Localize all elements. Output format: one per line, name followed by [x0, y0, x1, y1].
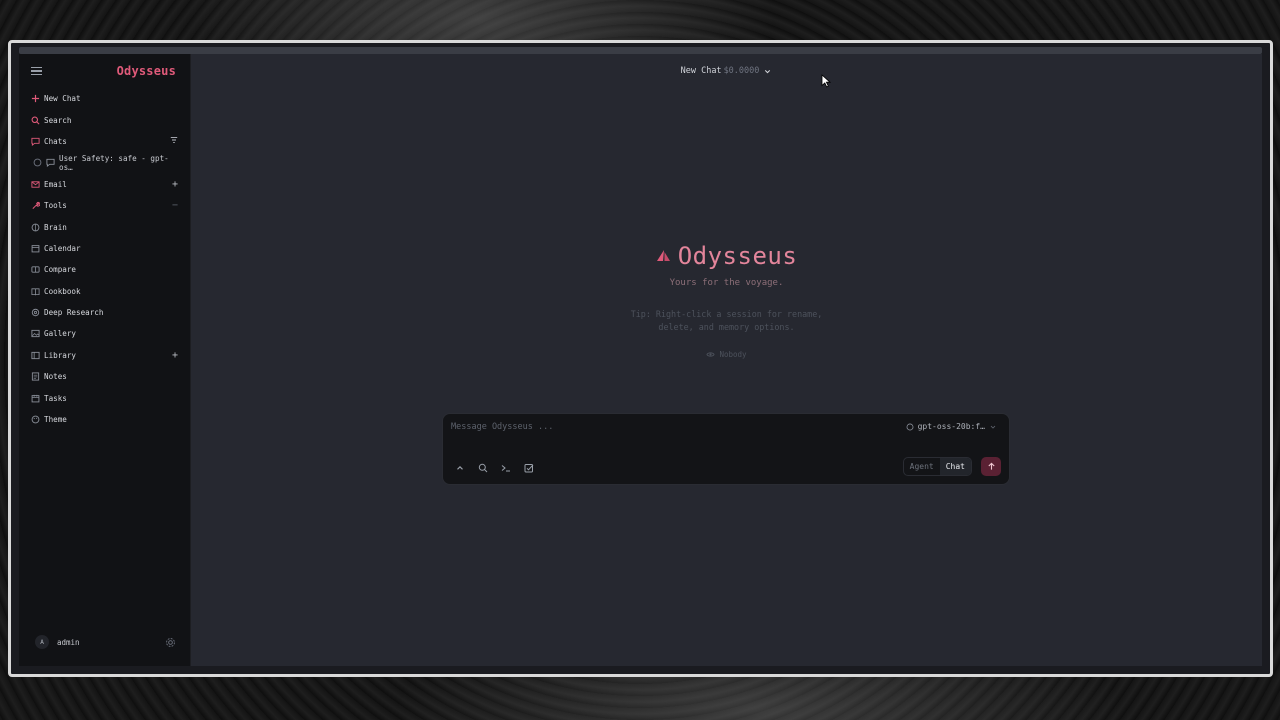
palette-icon: [31, 415, 40, 424]
library-icon: [31, 351, 40, 360]
tip-text: Tip: Right-click a session for rename, d…: [191, 308, 1262, 333]
sidebar-nav: New Chat Search Chats User Safety: safe …: [19, 88, 190, 430]
chevron-up-icon[interactable]: [455, 463, 465, 473]
mode-chat-button[interactable]: Chat: [939, 458, 971, 475]
sidebar-header: Odysseus: [19, 54, 190, 88]
tasks-icon: [31, 394, 40, 403]
sidebar-item-deep-research[interactable]: Deep Research: [19, 302, 190, 323]
chat-bubble-icon: [31, 137, 40, 146]
chat-session-item[interactable]: User Safety: safe - gpt-os…: [19, 152, 190, 173]
sidebar-item-email[interactable]: Email +: [19, 174, 190, 195]
sort-icon[interactable]: [170, 136, 178, 147]
sidebar-item-label: Compare: [44, 265, 77, 275]
search-icon: [31, 116, 40, 125]
mail-icon: [31, 180, 40, 189]
collapse-tools-button[interactable]: −: [172, 200, 178, 211]
sidebar-item-label: Tools: [44, 201, 67, 211]
terminal-icon[interactable]: [501, 463, 511, 473]
brain-icon: [31, 223, 40, 232]
sidebar-item-label: Theme: [44, 415, 67, 425]
sail-logo-icon: [656, 250, 670, 261]
sidebar-item-label: Tasks: [44, 393, 67, 403]
compare-icon: [31, 265, 40, 274]
gear-icon[interactable]: [165, 637, 176, 648]
model-selector[interactable]: gpt-oss-20b:f…: [906, 422, 997, 431]
sidebar-item-label: Email: [44, 179, 67, 189]
hero-title: Odysseus: [656, 242, 798, 270]
sidebar-item-label: Library: [44, 350, 77, 360]
sidebar-item-brain[interactable]: Brain: [19, 216, 190, 237]
arrow-up-icon: [987, 462, 995, 470]
chat-header[interactable]: New Chat $0.0000: [191, 64, 1262, 78]
wrench-icon: [31, 201, 40, 210]
chevron-down-icon[interactable]: [763, 67, 772, 76]
sidebar-item-chats[interactable]: Chats: [19, 131, 190, 152]
sidebar-item-theme[interactable]: Theme: [19, 409, 190, 430]
note-icon: [31, 372, 40, 381]
research-icon: [31, 308, 40, 317]
sidebar-item-tools[interactable]: Tools −: [19, 195, 190, 216]
add-email-button[interactable]: +: [172, 179, 178, 190]
chat-main: New Chat $0.0000 Odysseus Yours for the …: [191, 54, 1262, 666]
chat-cost: $0.0000: [723, 66, 760, 76]
sidebar-item-label: Calendar: [44, 243, 81, 253]
model-icon: [906, 423, 914, 430]
chat-bubble-icon: [46, 158, 55, 168]
memory-indicator[interactable]: Nobody: [706, 350, 747, 359]
tip-line: Tip: Right-click a session for rename,: [630, 309, 823, 319]
search-icon[interactable]: [478, 463, 488, 473]
plus-icon: [31, 94, 40, 103]
sidebar: Odysseus New Chat Search Chats User Safe…: [19, 54, 191, 666]
sidebar-item-new-chat[interactable]: New Chat: [19, 88, 190, 109]
send-button[interactable]: [981, 457, 1001, 476]
memory-label: Nobody: [719, 350, 747, 359]
message-input[interactable]: [451, 420, 871, 434]
sidebar-item-tasks[interactable]: Tasks: [19, 387, 190, 408]
calendar-icon: [31, 244, 40, 253]
composer-tools: [455, 463, 534, 473]
sidebar-item-label: Search: [44, 115, 72, 125]
checkbox-edit-icon[interactable]: [524, 463, 534, 473]
hero-title-text: Odysseus: [677, 242, 798, 270]
sidebar-item-compare[interactable]: Compare: [19, 259, 190, 280]
tip-line: delete, and memory options.: [658, 321, 795, 332]
sidebar-item-label: Deep Research: [44, 308, 104, 318]
chevron-down-icon: [990, 425, 996, 429]
sidebar-item-label: Notes: [44, 372, 67, 382]
sidebar-item-search[interactable]: Search: [19, 109, 190, 130]
message-composer: gpt-oss-20b:f…: [442, 413, 1010, 485]
user-profile[interactable]: A admin: [19, 632, 190, 652]
chat-title[interactable]: New Chat: [681, 66, 722, 76]
username: admin: [57, 637, 80, 647]
sidebar-item-label: Cookbook: [44, 286, 81, 296]
mode-agent-button[interactable]: Agent: [904, 458, 940, 475]
add-library-button[interactable]: +: [172, 350, 178, 361]
mode-toggle: Agent Chat: [902, 457, 972, 476]
app-window: Odysseus New Chat Search Chats User Safe…: [8, 40, 1273, 677]
app-shell: Odysseus New Chat Search Chats User Safe…: [19, 54, 1262, 666]
menu-icon[interactable]: [31, 67, 42, 75]
chat-session-label: User Safety: safe - gpt-os…: [59, 153, 169, 172]
sidebar-item-gallery[interactable]: Gallery: [19, 323, 190, 344]
sidebar-item-label: New Chat: [44, 94, 81, 104]
sidebar-item-label: Chats: [44, 136, 67, 146]
eye-icon: [706, 352, 716, 357]
window-title-bar[interactable]: [19, 47, 1262, 54]
sidebar-item-library[interactable]: Library +: [19, 345, 190, 366]
avatar[interactable]: A: [35, 635, 49, 649]
book-icon: [31, 287, 40, 296]
sidebar-item-label: Gallery: [44, 329, 77, 339]
sidebar-item-cookbook[interactable]: Cookbook: [19, 281, 190, 302]
model-name: gpt-oss-20b:f…: [917, 422, 985, 431]
image-icon: [31, 329, 40, 338]
sidebar-item-calendar[interactable]: Calendar: [19, 238, 190, 259]
welcome-hero: Odysseus Yours for the voyage. Tip: Righ…: [191, 242, 1262, 363]
sidebar-item-notes[interactable]: Notes: [19, 366, 190, 387]
hero-tagline: Yours for the voyage.: [669, 278, 784, 288]
brand-logo-text: Odysseus: [116, 64, 176, 78]
sidebar-item-label: Brain: [44, 222, 67, 232]
mouse-cursor-icon: [821, 74, 831, 88]
globe-icon: [33, 158, 42, 167]
